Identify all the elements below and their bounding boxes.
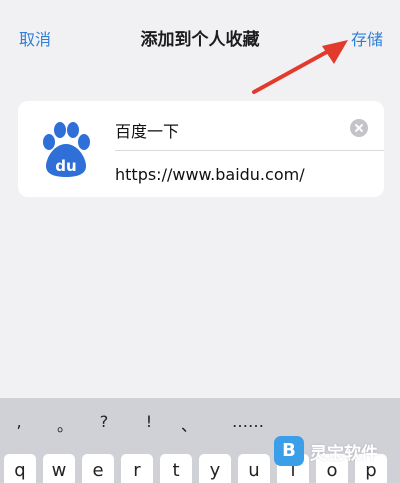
watermark: B 灵宝软件 xyxy=(274,433,398,473)
bookmark-url-field[interactable]: https://www.baidu.com/ xyxy=(115,165,305,184)
key-q[interactable]: q xyxy=(4,454,36,483)
key-r[interactable]: r xyxy=(121,454,153,483)
key-t[interactable]: t xyxy=(160,454,192,483)
baidu-logo-text: du xyxy=(55,157,76,175)
punct-key-exclaim[interactable]: ! xyxy=(134,412,164,431)
watermark-logo-icon: B xyxy=(274,436,304,466)
annotation-arrow xyxy=(252,40,348,94)
key-y[interactable]: y xyxy=(199,454,231,483)
bookmark-card: du 百度一下 https://www.baidu.com/ xyxy=(18,101,384,197)
key-w[interactable]: w xyxy=(43,454,75,483)
punct-key-comma[interactable]: , xyxy=(4,412,34,431)
bookmark-name-field[interactable]: 百度一下 xyxy=(115,118,179,142)
punct-key-dunhao[interactable]: 、 xyxy=(174,412,204,436)
field-divider xyxy=(115,150,384,151)
clear-text-icon[interactable] xyxy=(350,119,368,137)
watermark-text: 灵宝软件 xyxy=(310,444,378,464)
key-e[interactable]: e xyxy=(82,454,114,483)
punct-key-ellipsis[interactable]: …… xyxy=(228,412,268,431)
key-u[interactable]: u xyxy=(238,454,270,483)
baidu-paw-logo-icon: du xyxy=(43,122,90,177)
punct-key-question[interactable]: ? xyxy=(89,412,119,431)
punct-key-period[interactable]: 。 xyxy=(50,412,80,436)
